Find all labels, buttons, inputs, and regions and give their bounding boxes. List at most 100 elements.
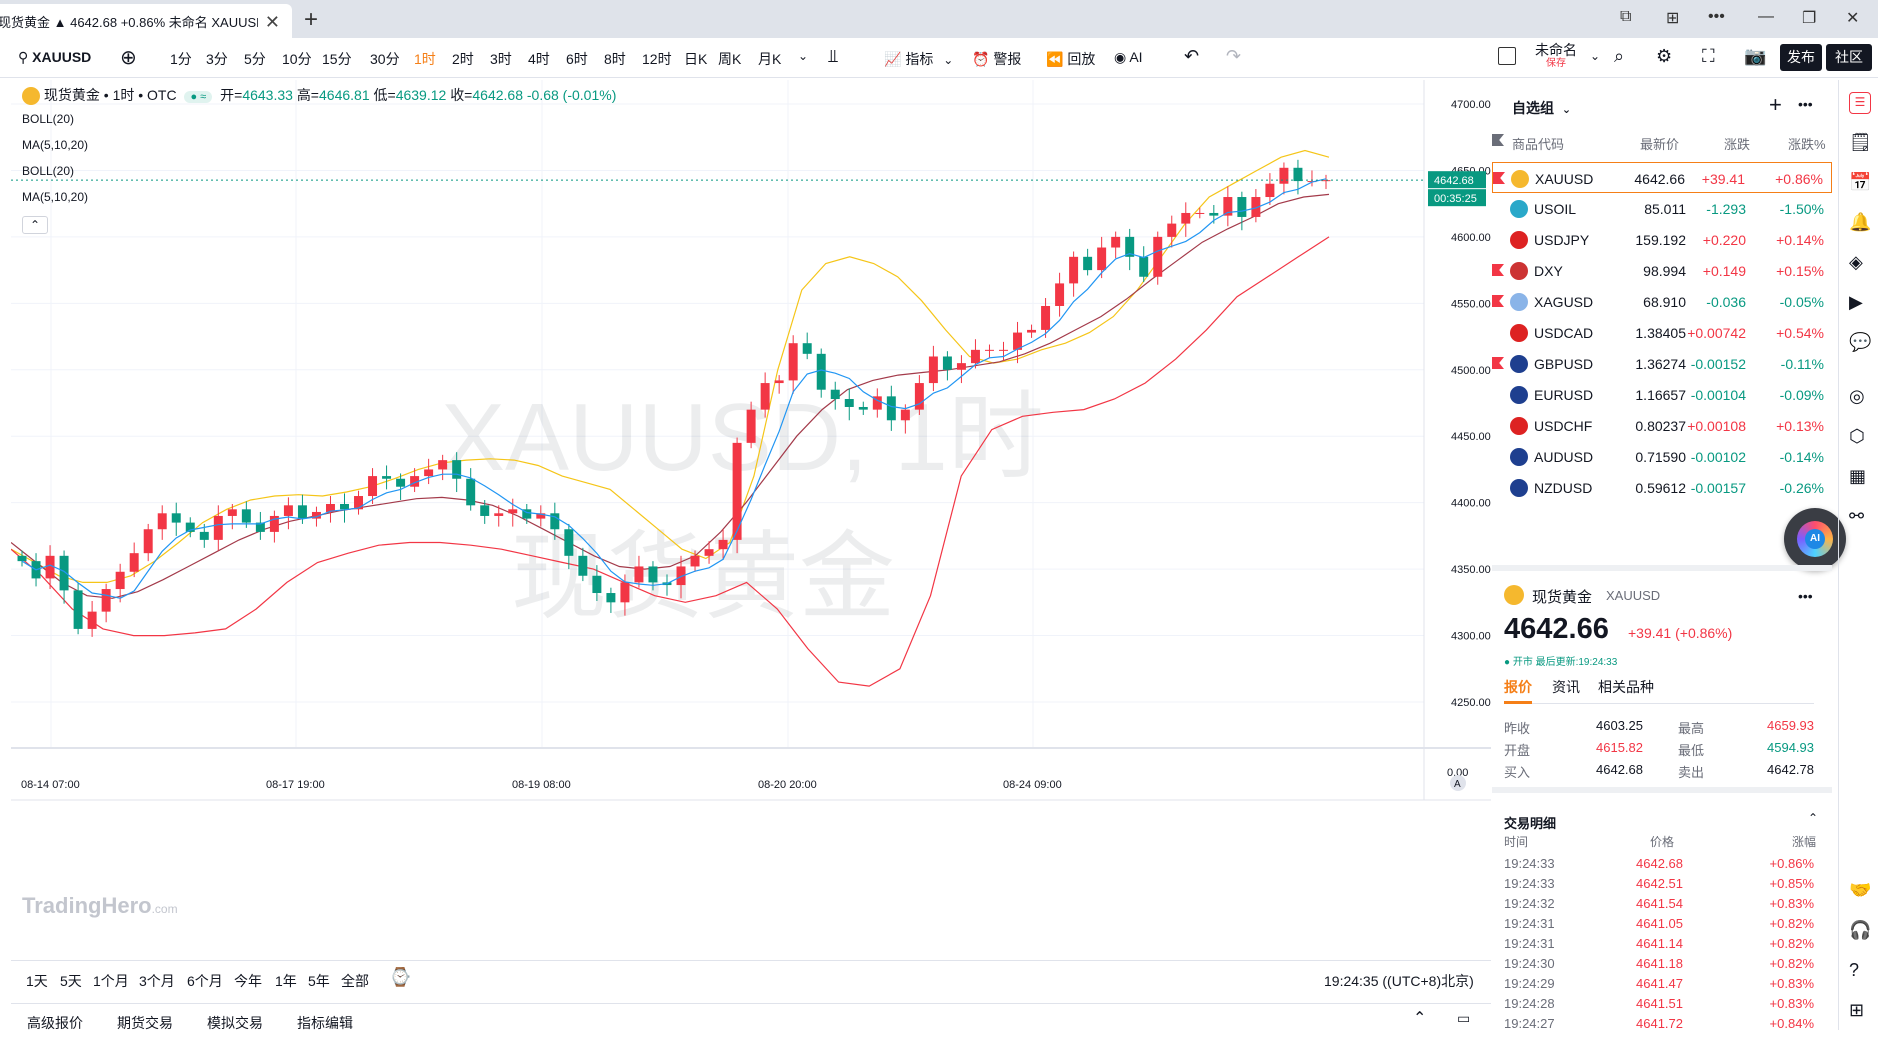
indicator-ma-1[interactable]: MA(5,10,20) <box>22 138 88 152</box>
interval-3[interactable]: 10分 <box>282 49 312 69</box>
redo-icon[interactable]: ↷ <box>1226 46 1241 67</box>
range-1[interactable]: 5天 <box>60 971 82 991</box>
calendar-icon[interactable]: 📅 <box>1849 172 1871 194</box>
watchlist-row[interactable]: AUDUSD 0.71590 -0.00102 -0.14% <box>1492 441 1832 472</box>
ai-assistant-button[interactable]: AI <box>1784 508 1846 570</box>
range-8[interactable]: 全部 <box>341 971 369 991</box>
bottom-tab-2[interactable]: 模拟交易 <box>207 1013 263 1033</box>
watchlist-row[interactable]: USDJPY 159.192 +0.220 +0.14% <box>1492 224 1832 255</box>
watchlist-row[interactable]: USDCHF 0.80237 +0.00108 +0.13% <box>1492 410 1832 441</box>
watchlist-row[interactable]: XAUUSD 4642.66 +39.41 +0.86% <box>1492 162 1832 193</box>
tree-icon[interactable]: ⚯ <box>1849 506 1871 528</box>
signal-icon[interactable]: ◎ <box>1849 386 1871 408</box>
interval-4[interactable]: 15分 <box>322 49 352 69</box>
interval-11[interactable]: 8时 <box>604 49 626 69</box>
interval-7[interactable]: 2时 <box>452 49 474 69</box>
collapse-legend-button[interactable]: ⌃ <box>22 216 48 234</box>
indicator-boll-2[interactable]: BOLL(20) <box>22 164 74 178</box>
range-2[interactable]: 1个月 <box>93 971 129 991</box>
flag-icon[interactable] <box>1492 264 1504 276</box>
symbol-search[interactable]: ⚲ XAUUSD <box>18 49 91 66</box>
detail-more-icon[interactable]: ••• <box>1798 588 1813 604</box>
ai-button[interactable]: ◉ AI <box>1114 49 1143 66</box>
interval-0[interactable]: 1分 <box>170 49 192 69</box>
header-change[interactable]: 涨跌 <box>1724 134 1750 153</box>
range-0[interactable]: 1天 <box>26 971 48 991</box>
range-4[interactable]: 6个月 <box>187 971 223 991</box>
price-chart[interactable]: 4700.004650.004600.004550.004500.004450.… <box>11 80 1491 960</box>
bottom-tab-1[interactable]: 期货交易 <box>117 1013 173 1033</box>
undo-icon[interactable]: ↶ <box>1184 46 1199 67</box>
watchlist-more-icon[interactable]: ••• <box>1798 96 1813 112</box>
interval-13[interactable]: 日K <box>684 49 707 69</box>
fullscreen-icon[interactable]: ⛶ <box>1702 46 1715 67</box>
interval-8[interactable]: 3时 <box>490 49 512 69</box>
interval-15[interactable]: 月K <box>758 49 781 69</box>
compare-add-icon[interactable]: ⊕ <box>120 45 137 70</box>
screenshot-icon[interactable]: ⧉ <box>1620 8 1631 26</box>
bottom-tab-0[interactable]: 高级报价 <box>27 1013 83 1033</box>
browser-tab[interactable]: 现货黄金 ▲ 4642.68 +0.86% 未命名 XAUUSD ✕ <box>0 4 292 38</box>
watchlist-row[interactable]: DXY 98.994 +0.149 +0.15% <box>1492 255 1832 286</box>
expand-panel-icon[interactable]: ⌃ <box>1413 1008 1426 1028</box>
new-tab-button[interactable]: + <box>304 6 318 34</box>
header-last[interactable]: 最新价 <box>1640 134 1679 153</box>
clock-label[interactable]: 19:24:35 ((UTC+8)北京) <box>1324 971 1474 991</box>
interval-1[interactable]: 3分 <box>206 49 228 69</box>
table-icon[interactable]: ▦ <box>1849 466 1871 488</box>
detail-tab-2[interactable]: 相关品种 <box>1598 677 1654 697</box>
flag-icon[interactable] <box>1492 357 1504 369</box>
handshake-icon[interactable]: 🤝 <box>1849 880 1871 902</box>
headset-icon[interactable]: 🎧 <box>1849 920 1871 942</box>
cube-icon[interactable]: ⬡ <box>1849 426 1871 448</box>
alert-button[interactable]: ⏰ 警报 <box>972 49 1021 69</box>
header-symbol[interactable]: 商品代码 <box>1512 134 1564 153</box>
camera-icon[interactable]: 📷 <box>1744 46 1766 67</box>
quick-search-icon[interactable]: ⌕ <box>1614 46 1624 67</box>
add-symbol-icon[interactable]: + <box>1769 92 1782 118</box>
watchlist-row[interactable]: EURUSD 1.16657 -0.00104 -0.09% <box>1492 379 1832 410</box>
goto-date-icon[interactable]: ⌚ <box>389 967 411 988</box>
header-change-pct[interactable]: 涨跌% <box>1788 134 1826 153</box>
flag-icon[interactable] <box>1493 172 1505 184</box>
indicator-ma-2[interactable]: MA(5,10,20) <box>22 190 88 204</box>
flag-icon[interactable] <box>1492 295 1504 307</box>
watchlist-row[interactable]: NZDUSD 0.59612 -0.00157 -0.26% <box>1492 472 1832 503</box>
interval-10[interactable]: 6时 <box>566 49 588 69</box>
interval-12[interactable]: 12时 <box>642 49 672 69</box>
range-5[interactable]: 今年 <box>234 971 262 991</box>
community-button[interactable]: 社区 <box>1826 44 1872 71</box>
watchlist-row[interactable]: USOIL 85.011 -1.293 -1.50% <box>1492 193 1832 224</box>
settings-icon[interactable]: ⚙ <box>1656 46 1672 67</box>
notes-icon[interactable]: 🗒 <box>1849 132 1872 154</box>
detail-tab-0[interactable]: 报价 <box>1504 677 1532 697</box>
more-icon[interactable]: ••• <box>1708 8 1725 26</box>
publish-button[interactable]: 发布 <box>1780 44 1822 71</box>
detail-tab-1[interactable]: 资讯 <box>1552 677 1580 697</box>
interval-2[interactable]: 5分 <box>244 49 266 69</box>
watchlist-rail-icon[interactable]: ☰ <box>1849 92 1871 114</box>
bell-icon[interactable]: 🔔 <box>1849 212 1871 234</box>
restore-button[interactable]: ❐ <box>1802 8 1816 28</box>
help-icon[interactable]: ? <box>1849 960 1871 982</box>
interval-9[interactable]: 4时 <box>528 49 550 69</box>
pin-icon[interactable]: ⊞ <box>1666 8 1679 28</box>
chat-icon[interactable]: 💬 <box>1849 332 1871 354</box>
close-tab-icon[interactable]: ✕ <box>265 12 280 33</box>
replay-button[interactable]: ⏪ 回放 <box>1046 49 1095 69</box>
range-6[interactable]: 1年 <box>275 971 297 991</box>
layout-dropdown-icon[interactable]: ⌄ <box>1590 49 1600 63</box>
collapse-trades-icon[interactable]: ⌃ <box>1808 811 1818 825</box>
range-3[interactable]: 3个月 <box>139 971 175 991</box>
indicators-button[interactable]: 📈 指标 ⌄ <box>884 49 953 69</box>
layout-name[interactable]: 未命名 保存 <box>1535 43 1577 71</box>
chart-pane[interactable]: 4700.004650.004600.004550.004500.004450.… <box>11 80 1491 1050</box>
grid-icon[interactable]: ⊞ <box>1849 1000 1871 1022</box>
layers-icon[interactable]: ◈ <box>1849 252 1871 274</box>
interval-5[interactable]: 30分 <box>370 49 400 69</box>
interval-dropdown-icon[interactable]: ⌄ <box>798 49 808 63</box>
interval-6[interactable]: 1时 <box>414 49 436 69</box>
select-checkbox[interactable] <box>1498 47 1516 65</box>
minimize-button[interactable]: — <box>1758 8 1774 26</box>
interval-14[interactable]: 周K <box>718 49 741 69</box>
